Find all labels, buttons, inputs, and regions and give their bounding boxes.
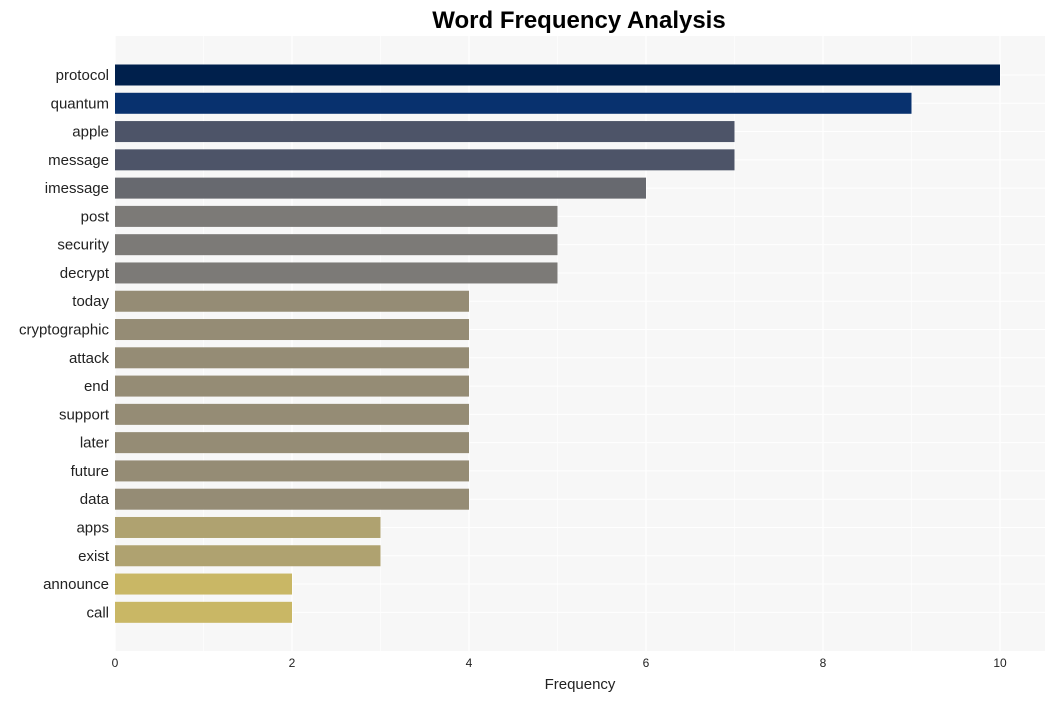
bar-protocol bbox=[115, 64, 1000, 86]
y-label-quantum: quantum bbox=[51, 95, 109, 112]
y-label-announce: announce bbox=[43, 576, 109, 593]
word-frequency-chart: Word Frequency Analysis protocol quantum a… bbox=[19, 7, 1045, 693]
bar-apple bbox=[115, 121, 735, 143]
y-label-data: data bbox=[80, 491, 110, 508]
y-label-attack: attack bbox=[69, 350, 110, 367]
y-label-cryptographic: cryptographic bbox=[19, 322, 110, 339]
y-label-end: end bbox=[84, 378, 109, 395]
bar-announce bbox=[115, 573, 292, 595]
bar-support bbox=[115, 403, 469, 425]
bar-security bbox=[115, 234, 558, 256]
y-label-exist: exist bbox=[78, 548, 110, 565]
y-label-protocol: protocol bbox=[56, 67, 109, 84]
y-label-support: support bbox=[59, 406, 110, 423]
y-label-decrypt: decrypt bbox=[60, 265, 110, 282]
bar-decrypt bbox=[115, 262, 558, 284]
y-label-post: post bbox=[81, 208, 110, 225]
y-label-apple: apple bbox=[72, 124, 109, 141]
x-tick-label: 4 bbox=[466, 656, 473, 670]
bar-post bbox=[115, 205, 558, 227]
x-tick-label: 10 bbox=[993, 656, 1007, 670]
bar-future bbox=[115, 460, 469, 482]
y-label-imessage: imessage bbox=[45, 180, 109, 197]
x-tick-label: 0 bbox=[112, 656, 119, 670]
x-axis-ticks: 0 2 4 6 8 10 bbox=[112, 656, 1007, 670]
bar-apps bbox=[115, 516, 381, 538]
y-label-apps: apps bbox=[76, 519, 109, 536]
y-label-today: today bbox=[72, 293, 109, 310]
x-tick-label: 8 bbox=[820, 656, 827, 670]
x-tick-label: 6 bbox=[643, 656, 650, 670]
y-label-security: security bbox=[57, 237, 109, 254]
x-axis-label: Frequency bbox=[545, 676, 616, 693]
x-tick-label: 2 bbox=[289, 656, 296, 670]
bar-exist bbox=[115, 545, 381, 567]
bar-data bbox=[115, 488, 469, 510]
bar-later bbox=[115, 432, 469, 454]
y-label-later: later bbox=[80, 435, 109, 452]
y-axis-labels: protocol quantum apple message imessage post s… bbox=[19, 67, 110, 621]
y-label-message: message bbox=[48, 152, 109, 169]
bar-cryptographic bbox=[115, 319, 469, 341]
bar-end bbox=[115, 375, 469, 397]
bar-imessage bbox=[115, 177, 646, 199]
bar-message bbox=[115, 149, 735, 171]
chart-title: Word Frequency Analysis bbox=[432, 7, 725, 34]
bar-today bbox=[115, 290, 469, 312]
bar-quantum bbox=[115, 92, 912, 114]
bar-call bbox=[115, 601, 292, 623]
y-label-call: call bbox=[86, 604, 109, 621]
bar-attack bbox=[115, 347, 469, 369]
y-label-future: future bbox=[71, 463, 109, 480]
